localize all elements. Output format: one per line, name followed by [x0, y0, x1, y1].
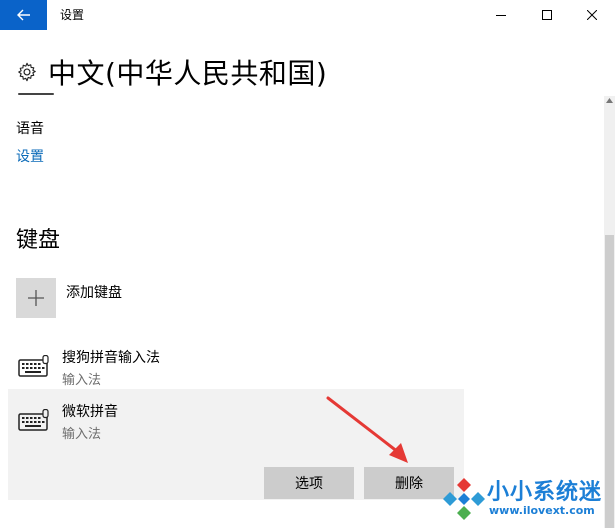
speech-settings-link[interactable]: 设置: [16, 146, 44, 166]
watermark-url: www.ilovext.com: [489, 504, 595, 517]
keyboard-icon: [18, 355, 49, 377]
minimize-button[interactable]: [478, 0, 524, 30]
plus-icon: [28, 290, 44, 306]
scroll-up-icon: [606, 98, 613, 103]
close-icon: [587, 10, 597, 20]
keyboard-icon: [18, 409, 49, 431]
add-keyboard-label: 添加键盘: [66, 285, 122, 301]
plus-tile: [16, 278, 56, 318]
maximize-icon: [542, 10, 552, 20]
page-title: 中文(中华人民共和国): [48, 57, 328, 90]
minimize-icon: [496, 15, 506, 16]
watermark-logo-icon: [443, 478, 485, 520]
maximize-button[interactable]: [524, 0, 570, 30]
keyboard-item-name: 搜狗拼音输入法: [62, 350, 160, 366]
watermark-brand: 小小系统迷: [487, 480, 603, 505]
keyboard-heading: 键盘: [16, 228, 61, 253]
speech-label: 语音: [16, 121, 44, 137]
close-button[interactable]: [569, 0, 615, 30]
scroll-up-button[interactable]: [604, 96, 615, 105]
options-button[interactable]: 选项: [264, 467, 354, 499]
watermark: 小小系统迷 www.ilovext.com: [437, 468, 615, 528]
keyboard-item-name: 微软拼音: [62, 404, 118, 420]
keyboard-item-type: 输入法: [62, 373, 102, 388]
gear-icon: [18, 62, 36, 82]
title-bar: 设置: [0, 0, 615, 30]
scroll-fade-divider: [18, 93, 54, 95]
keyboard-item-type: 输入法: [62, 427, 102, 442]
window-title: 设置: [60, 8, 85, 22]
back-button[interactable]: [0, 0, 47, 30]
page-header: 中文(中华人民共和国): [16, 52, 327, 92]
add-keyboard-button[interactable]: 添加键盘: [16, 278, 122, 318]
back-arrow-icon: [16, 9, 30, 21]
